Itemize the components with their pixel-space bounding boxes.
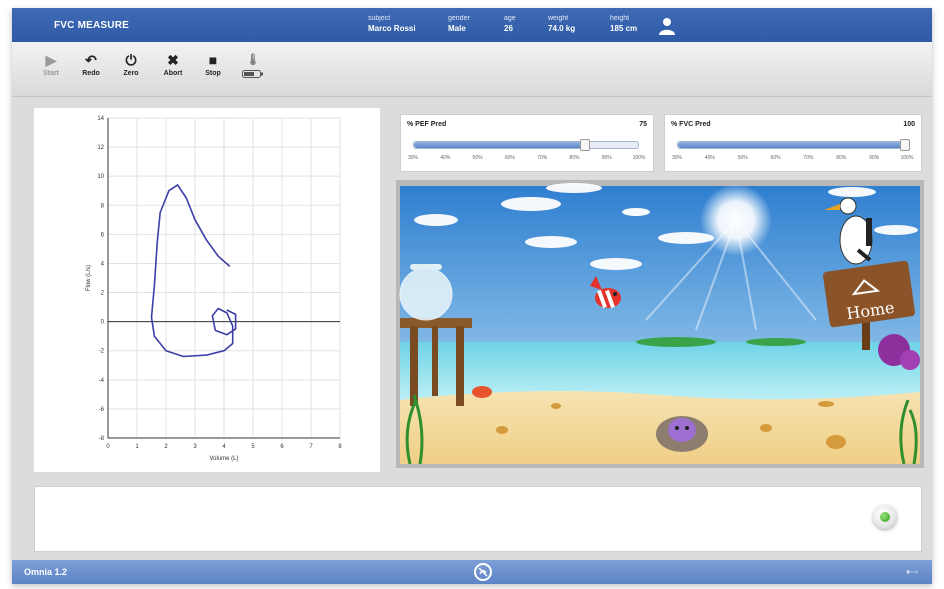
x-tick-label: 3: [193, 444, 197, 450]
y-tick-label: -6: [99, 407, 105, 413]
fvc-gauge-tick-label: 40%: [704, 155, 715, 161]
octopus-clam: [656, 416, 708, 452]
fvc-gauge-tick-label: 100%: [900, 155, 914, 161]
x-tick-label: 4: [222, 444, 226, 450]
y-tick-label: 2: [101, 291, 105, 297]
x-tick-label: 5: [251, 444, 255, 450]
x-tick-label: 2: [164, 444, 168, 450]
fvc-gauge-value: 100: [903, 121, 915, 128]
y-tick-label: -4: [99, 378, 105, 384]
pef-gauge-track: [413, 139, 639, 151]
message-panel: [34, 486, 922, 552]
pef-gauge-tick-label: 70%: [537, 155, 548, 161]
fvc-gauge-tick-label: 70%: [803, 155, 814, 161]
pef-gauge-thumb: [579, 139, 590, 151]
y-tick-label: -8: [99, 436, 105, 442]
flow-volume-chart-panel: 0 1 2 3 4 5 6 7 8 14 12 10 8 6 4 2 0 -2 -4 -6 -8 Volume (L) Fl…: [34, 108, 380, 472]
user-icon[interactable]: [658, 17, 676, 35]
y-tick-label: 8: [101, 203, 105, 209]
y-tick-label: 10: [97, 174, 104, 180]
pef-gauge-fill: [414, 142, 584, 148]
x-tick-label: 0: [106, 444, 110, 450]
pef-gauge-title: % PEF Pred: [407, 121, 447, 128]
x-tick-label: 1: [135, 444, 139, 450]
pef-gauge-tick-label: 80%: [569, 155, 580, 161]
x-tick-label: 6: [280, 444, 284, 450]
abort-button[interactable]: ✖ Abort: [156, 50, 190, 77]
fvc-gauge-tick-label: 80%: [836, 155, 847, 161]
fvc-gauge: % FVC Pred 100 30% 40% 50% 60% 70% 80% 90% 100%: [664, 114, 922, 172]
pef-gauge-ticks: 30% 40% 50% 60% 70% 80% 90% 100%: [408, 155, 645, 165]
thermometer-icon: 🌡: [246, 54, 260, 66]
fvc-gauge-tick-label: 50%: [737, 155, 748, 161]
y-tick-label: 14: [97, 116, 104, 122]
app-version: Omnia 1.2: [24, 567, 68, 577]
fvc-gauge-tick-label: 30%: [671, 155, 683, 161]
y-tick-label: 4: [101, 261, 105, 267]
start-button[interactable]: ▶ Start: [34, 50, 68, 77]
x-axis-label: Volume (L): [209, 456, 238, 462]
fvc-gauge-title: % FVC Pred: [671, 121, 711, 128]
fvc-gauge-tick-label: 90%: [869, 155, 880, 161]
y-tick-label: 0: [101, 320, 105, 326]
patient-weight: weight 74.0 kg: [548, 15, 576, 33]
pef-gauge-tick-label: 40%: [440, 155, 451, 161]
stop-icon: ■: [208, 52, 218, 68]
pef-gauge: % PEF Pred 75 30% 40% 50% 60% 70% 80% 90% 100%: [400, 114, 654, 172]
redo-icon: ↶: [85, 52, 97, 68]
usb-icon: ⇠◦: [906, 567, 918, 578]
pier: [400, 318, 472, 406]
patient-gender: gender Male: [448, 15, 470, 33]
flow-volume-chart: 0 1 2 3 4 5 6 7 814121086420-2-4-6-8Volume (L)Fl…: [86, 116, 342, 462]
y-tick-label: 6: [101, 232, 105, 238]
pef-gauge-tick-label: 100%: [632, 155, 646, 161]
close-icon: ✖: [167, 52, 179, 68]
island: [636, 337, 716, 347]
device-status: 🌡: [236, 50, 270, 80]
patient-height: height 185 cm: [610, 15, 638, 33]
pef-gauge-tick-label: 90%: [601, 155, 612, 161]
app-window: FVC MEASURE subject Marco Rossi gender M…: [12, 8, 932, 584]
stop-button[interactable]: ■ Stop: [196, 50, 230, 77]
crab: [472, 386, 492, 398]
header-bar: FVC MEASURE subject Marco Rossi gender M…: [12, 8, 932, 42]
pef-gauge-tick-label: 30%: [407, 155, 419, 161]
incentive-game-panel: Home: [396, 180, 924, 468]
pef-gauge-value: 75: [639, 121, 647, 128]
flow-volume-curve: [150, 184, 237, 358]
fvc-gauge-thumb: [900, 139, 910, 151]
zero-button[interactable]: ⏻ Zero: [114, 50, 148, 77]
y-tick-label: -2: [99, 349, 105, 355]
battery-icon: [242, 70, 264, 80]
y-axis-label: Flow (L/s): [86, 265, 92, 291]
fvc-gauge-tick-label: 60%: [770, 155, 781, 161]
redo-button[interactable]: ↶ Redo: [74, 50, 108, 77]
patient-subject: subject Marco Rossi: [368, 15, 416, 33]
toolbar: ▶ Start ↶ Redo ⏻ Zero ✖ Abort ■ Stop 🌡: [12, 42, 932, 97]
pef-gauge-tick-label: 50%: [472, 155, 483, 161]
play-icon: ▶: [45, 52, 57, 68]
go-button[interactable]: [873, 505, 897, 529]
app-logo-icon[interactable]: [474, 563, 492, 581]
pef-gauge-tick-label: 60%: [504, 155, 515, 161]
footer-bar: Omnia 1.2 ⇠◦: [12, 560, 932, 584]
patient-age: age 26: [504, 15, 516, 33]
island: [746, 338, 806, 346]
beach-scene: Home: [399, 183, 920, 465]
app-title: FVC MEASURE: [54, 20, 129, 31]
zero-icon: ⏻: [125, 52, 137, 68]
x-tick-label: 7: [309, 444, 313, 450]
fvc-gauge-ticks: 30% 40% 50% 60% 70% 80% 90% 100%: [672, 155, 913, 165]
fvc-gauge-track: [677, 139, 910, 151]
y-tick-label: 12: [97, 145, 104, 151]
x-tick-label: 8: [338, 444, 342, 450]
fvc-gauge-fill: [678, 142, 908, 148]
